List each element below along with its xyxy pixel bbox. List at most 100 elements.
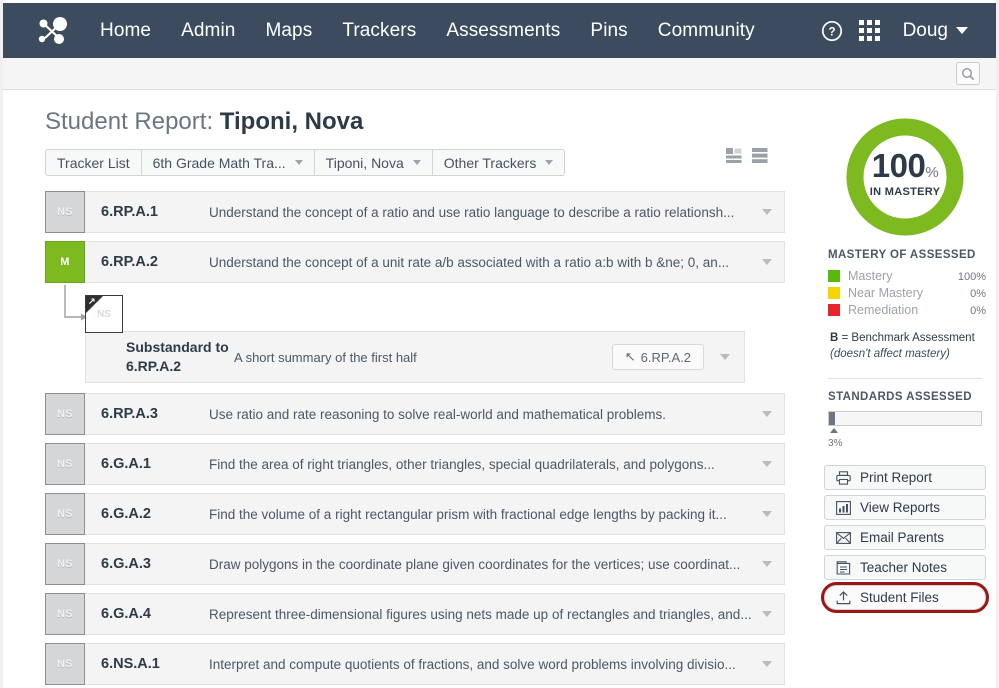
substandard-status-badge[interactable]: ↗ NS	[85, 295, 123, 333]
action-label: Email Parents	[860, 530, 945, 546]
email-parents-button[interactable]: Email Parents	[824, 525, 986, 551]
user-menu-label: Doug	[902, 19, 948, 41]
print-report-button[interactable]: Print Report	[824, 465, 986, 491]
chevron-down-icon[interactable]	[762, 209, 772, 215]
app-root: Home Admin Maps Trackers Assessments Pin…	[0, 0, 999, 688]
status-badge[interactable]: M	[45, 241, 85, 283]
legend-value: 100%	[958, 269, 986, 283]
student-files-button[interactable]: Student Files	[821, 582, 989, 614]
table-row[interactable]: NS 6.G.A.4 Represent three-dimensional f…	[45, 593, 785, 635]
legend-item-near-mastery: Near Mastery 0%	[828, 286, 986, 300]
standard-row-body: 6.RP.A.1 Understand the concept of a rat…	[85, 191, 785, 233]
report-sidebar: 100% IN MASTERY MASTERY OF ASSESSED Mast…	[821, 113, 989, 615]
standard-description: Interpret and compute quotients of fract…	[209, 656, 736, 672]
substandard-corner-arrow-icon: ↗	[88, 296, 96, 306]
standard-row-body: 6.NS.A.1 Interpret and compute quotients…	[85, 643, 785, 685]
chevron-down-icon[interactable]	[762, 461, 772, 467]
bar-chart-icon	[835, 500, 852, 515]
standards-assessed-heading: STANDARDS ASSESSED	[828, 391, 972, 404]
table-row[interactable]: NS 6.NS.A.1 Interpret and compute quotie…	[45, 643, 785, 685]
standard-row-body: 6.G.A.3 Draw polygons in the coordinate …	[85, 543, 785, 585]
table-row[interactable]: NS 6.G.A.1 Find the area of right triang…	[45, 443, 785, 485]
nav-item-community[interactable]: Community	[643, 20, 770, 42]
status-badge[interactable]: NS	[45, 593, 85, 635]
status-badge[interactable]: NS	[45, 191, 85, 233]
chevron-down-icon[interactable]	[762, 561, 772, 567]
grid-apps-icon[interactable]	[851, 12, 889, 50]
standards-assessed-progress	[828, 411, 982, 434]
user-menu[interactable]: Doug	[889, 20, 976, 42]
standard-code: 6.G.A.2	[101, 506, 151, 522]
standard-row-body: 6.RP.A.2 Understand the concept of a uni…	[85, 241, 785, 283]
legend-label: Near Mastery	[848, 286, 924, 300]
legend-label: Remediation	[848, 303, 919, 317]
card-view-icon[interactable]	[726, 148, 742, 168]
nav-item-admin[interactable]: Admin	[166, 20, 250, 42]
chevron-down-icon[interactable]	[762, 611, 772, 617]
standard-row-body: 6.G.A.2 Find the volume of a right recta…	[85, 493, 785, 535]
nav-item-assessments[interactable]: Assessments	[431, 20, 575, 42]
table-row[interactable]: NS 6.RP.A.1 Understand the concept of a …	[45, 191, 785, 233]
nav-item-trackers[interactable]: Trackers	[327, 20, 431, 42]
filter-student-select[interactable]: Tiponi, Nova	[314, 150, 433, 175]
standard-code: 6.G.A.3	[101, 556, 151, 572]
standard-code: 6.G.A.1	[101, 456, 151, 472]
legend-number: 100	[957, 271, 977, 283]
filter-other-trackers[interactable]: Other Trackers	[432, 150, 565, 175]
view-toggle-group	[726, 148, 768, 168]
nav-item-maps[interactable]: Maps	[250, 20, 327, 42]
status-badge[interactable]: NS	[45, 493, 85, 535]
mastery-number: 100	[871, 147, 926, 184]
secondary-bar	[3, 58, 996, 90]
table-row[interactable]: NS 6.G.A.3 Draw polygons in the coordina…	[45, 543, 785, 585]
benchmark-note-text: = Benchmark Assessment	[838, 332, 975, 344]
table-row[interactable]: NS 6.G.A.2 Find the volume of a right re…	[45, 493, 785, 535]
table-row[interactable]: M 6.RP.A.2 Understand the concept of a u…	[45, 241, 785, 283]
tracker-filter-bar: Tracker List 6th Grade Math Tra... Tipon…	[45, 149, 566, 176]
printer-icon	[835, 470, 852, 485]
list-view-icon[interactable]	[752, 148, 768, 168]
chevron-down-icon[interactable]	[762, 511, 772, 517]
substandard-block: ↗ NS Substandard to 6.RP.A.2 A short sum…	[45, 285, 785, 385]
page-title: Student Report: Tiponi, Nova	[45, 108, 363, 136]
nav-item-pins[interactable]: Pins	[575, 20, 642, 42]
search-icon[interactable]	[956, 62, 980, 85]
substandard-label: Substandard to 6.RP.A.2	[126, 339, 229, 374]
standards-assessed-value: 3%	[828, 435, 986, 449]
chevron-down-icon[interactable]	[762, 259, 772, 265]
progress-marker-icon	[830, 428, 838, 434]
standard-description: Understand the concept of a unit rate a/…	[209, 254, 730, 270]
chevron-down-icon[interactable]	[720, 354, 730, 360]
standard-code: 6.RP.A.3	[101, 406, 158, 422]
status-badge[interactable]: NS	[45, 443, 85, 485]
help-circle-icon[interactable]: ?	[813, 12, 851, 50]
status-badge[interactable]: NS	[45, 543, 85, 585]
parent-standard-pill[interactable]: ↖ 6.RP.A.2	[611, 344, 704, 370]
standard-description: Understand the concept of a ratio and us…	[209, 204, 735, 220]
standard-code: 6.RP.A.1	[101, 204, 158, 220]
status-badge[interactable]: NS	[45, 643, 85, 685]
status-badge[interactable]: NS	[45, 393, 85, 435]
nav-item-home[interactable]: Home	[85, 20, 166, 42]
standard-description: Draw polygons in the coordinate plane gi…	[209, 556, 741, 572]
teacher-notes-button[interactable]: Teacher Notes	[824, 555, 986, 581]
standard-description: Represent three-dimensional figures usin…	[209, 606, 752, 622]
chevron-down-icon[interactable]	[762, 661, 772, 667]
filter-tracker-select[interactable]: 6th Grade Math Tra...	[141, 150, 315, 175]
table-row[interactable]: NS 6.RP.A.3 Use ratio and rate reasoning…	[45, 393, 785, 435]
view-reports-button[interactable]: View Reports	[824, 495, 986, 521]
main-nav-links: Home Admin Maps Trackers Assessments Pin…	[85, 20, 770, 42]
standard-code: 6.RP.A.2	[101, 254, 158, 270]
legend-value: 0%	[970, 303, 986, 317]
svg-text:?: ?	[828, 26, 835, 38]
chevron-down-icon[interactable]	[762, 411, 772, 417]
standard-description: Find the area of right triangles, other …	[209, 456, 715, 472]
filter-tracker-list[interactable]: Tracker List	[46, 150, 142, 175]
action-label: View Reports	[860, 500, 941, 516]
percent-sign: %	[925, 164, 939, 181]
filter-label: Tracker List	[57, 154, 130, 171]
chevron-down-icon	[294, 160, 303, 165]
nav-right-cluster: ? Doug	[813, 12, 976, 50]
network-nodes-logo[interactable]	[35, 14, 71, 48]
standard-description: Find the volume of a right rectangular p…	[209, 506, 727, 522]
